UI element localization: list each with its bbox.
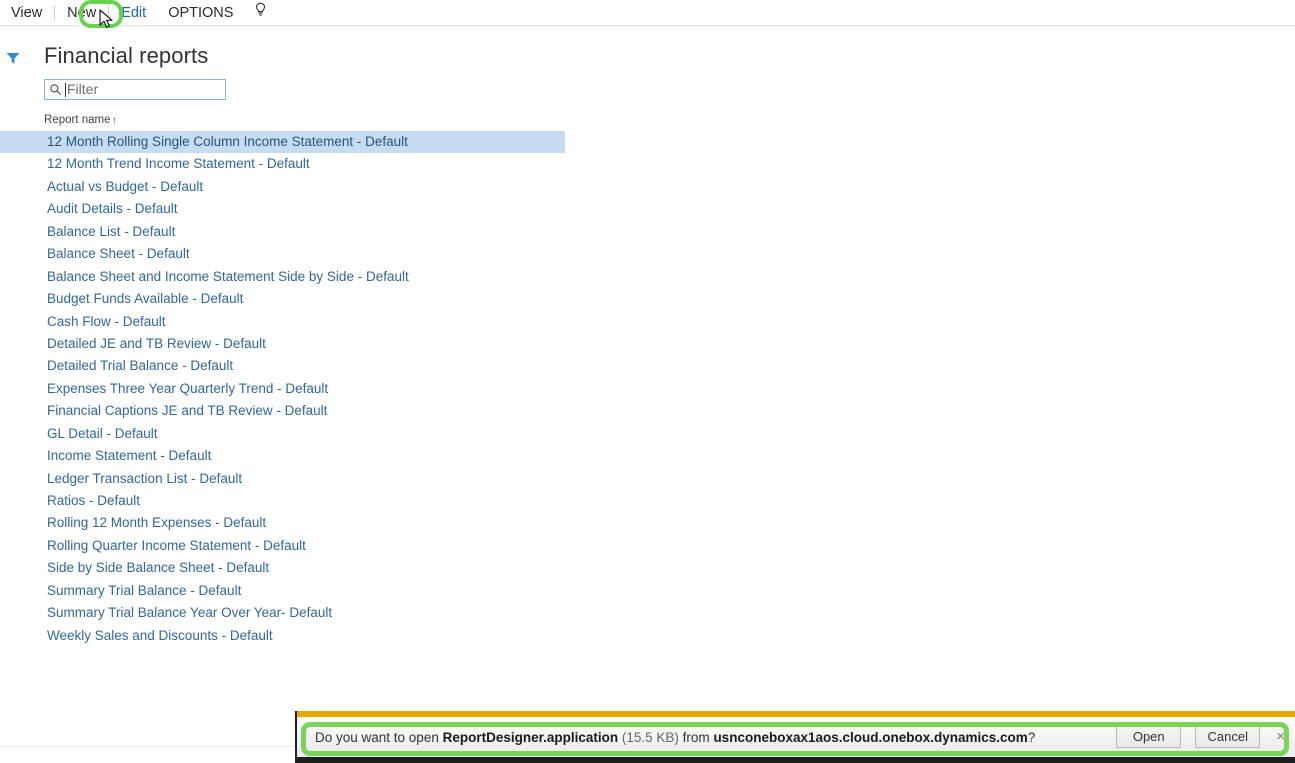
text-caret bbox=[65, 82, 66, 97]
notification-filename: ReportDesigner.application bbox=[442, 729, 619, 745]
report-list-item[interactable]: Balance Sheet - Default bbox=[0, 243, 1295, 265]
report-list-item[interactable]: Actual vs Budget - Default bbox=[0, 176, 1295, 198]
report-list-item[interactable]: Rolling Quarter Income Statement - Defau… bbox=[0, 535, 1295, 557]
page-content: Financial reports Filter Report name↑ 12… bbox=[0, 27, 1295, 747]
open-button[interactable]: Open bbox=[1116, 726, 1182, 748]
report-list-item[interactable]: Weekly Sales and Discounts - Default bbox=[0, 625, 1295, 647]
report-list-item[interactable]: 12 Month Rolling Single Column Income St… bbox=[0, 131, 565, 154]
search-placeholder: Filter bbox=[67, 81, 99, 97]
report-list-item[interactable]: Ledger Transaction List - Default bbox=[0, 468, 1295, 490]
search-input[interactable]: Filter bbox=[44, 79, 226, 100]
report-list-item[interactable]: Expenses Three Year Quarterly Trend - De… bbox=[0, 378, 1295, 400]
menu-separator bbox=[54, 5, 56, 20]
report-list-item[interactable]: Balance Sheet and Income Statement Side … bbox=[0, 266, 1295, 288]
report-list-item[interactable]: Ratios - Default bbox=[0, 490, 1295, 512]
notification-bottom-edge bbox=[297, 757, 1295, 763]
notification-content: Do you want to open ReportDesigner.appli… bbox=[297, 717, 1295, 757]
report-list-item[interactable]: Rolling 12 Month Expenses - Default bbox=[0, 512, 1295, 534]
close-icon[interactable]: × bbox=[1276, 729, 1285, 744]
column-header-report-name[interactable]: Report name↑ bbox=[44, 112, 118, 127]
report-list-item[interactable]: Summary Trial Balance Year Over Year- De… bbox=[0, 602, 1295, 624]
search-icon-svg bbox=[50, 84, 61, 95]
report-list-item[interactable]: Side by Side Balance Sheet - Default bbox=[0, 557, 1295, 579]
notification-filesize: (15.5 KB) bbox=[618, 729, 683, 745]
notification-suffix: ? bbox=[1027, 729, 1036, 745]
menu-item-options[interactable]: OPTIONS bbox=[157, 0, 244, 26]
notification-prefix: Do you want to open bbox=[315, 729, 443, 745]
funnel-filter-icon[interactable] bbox=[4, 49, 24, 69]
report-list: 12 Month Rolling Single Column Income St… bbox=[0, 131, 1295, 647]
command-bar: View New Edit OPTIONS bbox=[0, 0, 1295, 26]
sort-ascending-icon: ↑ bbox=[111, 113, 118, 127]
report-list-item[interactable]: Income Statement - Default bbox=[0, 445, 1295, 467]
column-header-label: Report name bbox=[44, 114, 111, 126]
notification-host: usnconeboxax1aos.cloud.onebox.dynamics.c… bbox=[713, 729, 1028, 745]
report-list-item[interactable]: Audit Details - Default bbox=[0, 198, 1295, 220]
page-title: Financial reports bbox=[44, 43, 209, 68]
report-list-item[interactable]: GL Detail - Default bbox=[0, 423, 1295, 445]
download-notification-bar: Do you want to open ReportDesigner.appli… bbox=[295, 711, 1295, 763]
funnel-filter-icon-svg bbox=[6, 53, 20, 64]
report-list-item[interactable]: Summary Trial Balance - Default bbox=[0, 580, 1295, 602]
report-list-item[interactable]: Balance List - Default bbox=[0, 221, 1295, 243]
cancel-button[interactable]: Cancel bbox=[1195, 726, 1261, 748]
report-list-item[interactable]: Financial Captions JE and TB Review - De… bbox=[0, 400, 1295, 422]
notification-message: Do you want to open ReportDesigner.appli… bbox=[297, 730, 1116, 745]
report-list-item[interactable]: Detailed JE and TB Review - Default bbox=[0, 333, 1295, 355]
notification-from-text: from bbox=[682, 729, 714, 745]
report-list-item[interactable]: Detailed Trial Balance - Default bbox=[0, 355, 1295, 377]
search-icon bbox=[49, 83, 62, 96]
menu-item-new[interactable]: New bbox=[56, 0, 107, 26]
menu-item-view[interactable]: View bbox=[0, 0, 53, 26]
menu-separator bbox=[108, 5, 110, 20]
menu-item-edit[interactable]: Edit bbox=[110, 0, 157, 26]
lightbulb-icon[interactable] bbox=[248, 1, 273, 27]
report-list-item[interactable]: Budget Funds Available - Default bbox=[0, 288, 1295, 310]
report-list-item[interactable]: Cash Flow - Default bbox=[0, 311, 1295, 333]
report-list-item[interactable]: 12 Month Trend Income Statement - Defaul… bbox=[0, 153, 1295, 175]
lightbulb-icon-svg bbox=[256, 2, 266, 15]
